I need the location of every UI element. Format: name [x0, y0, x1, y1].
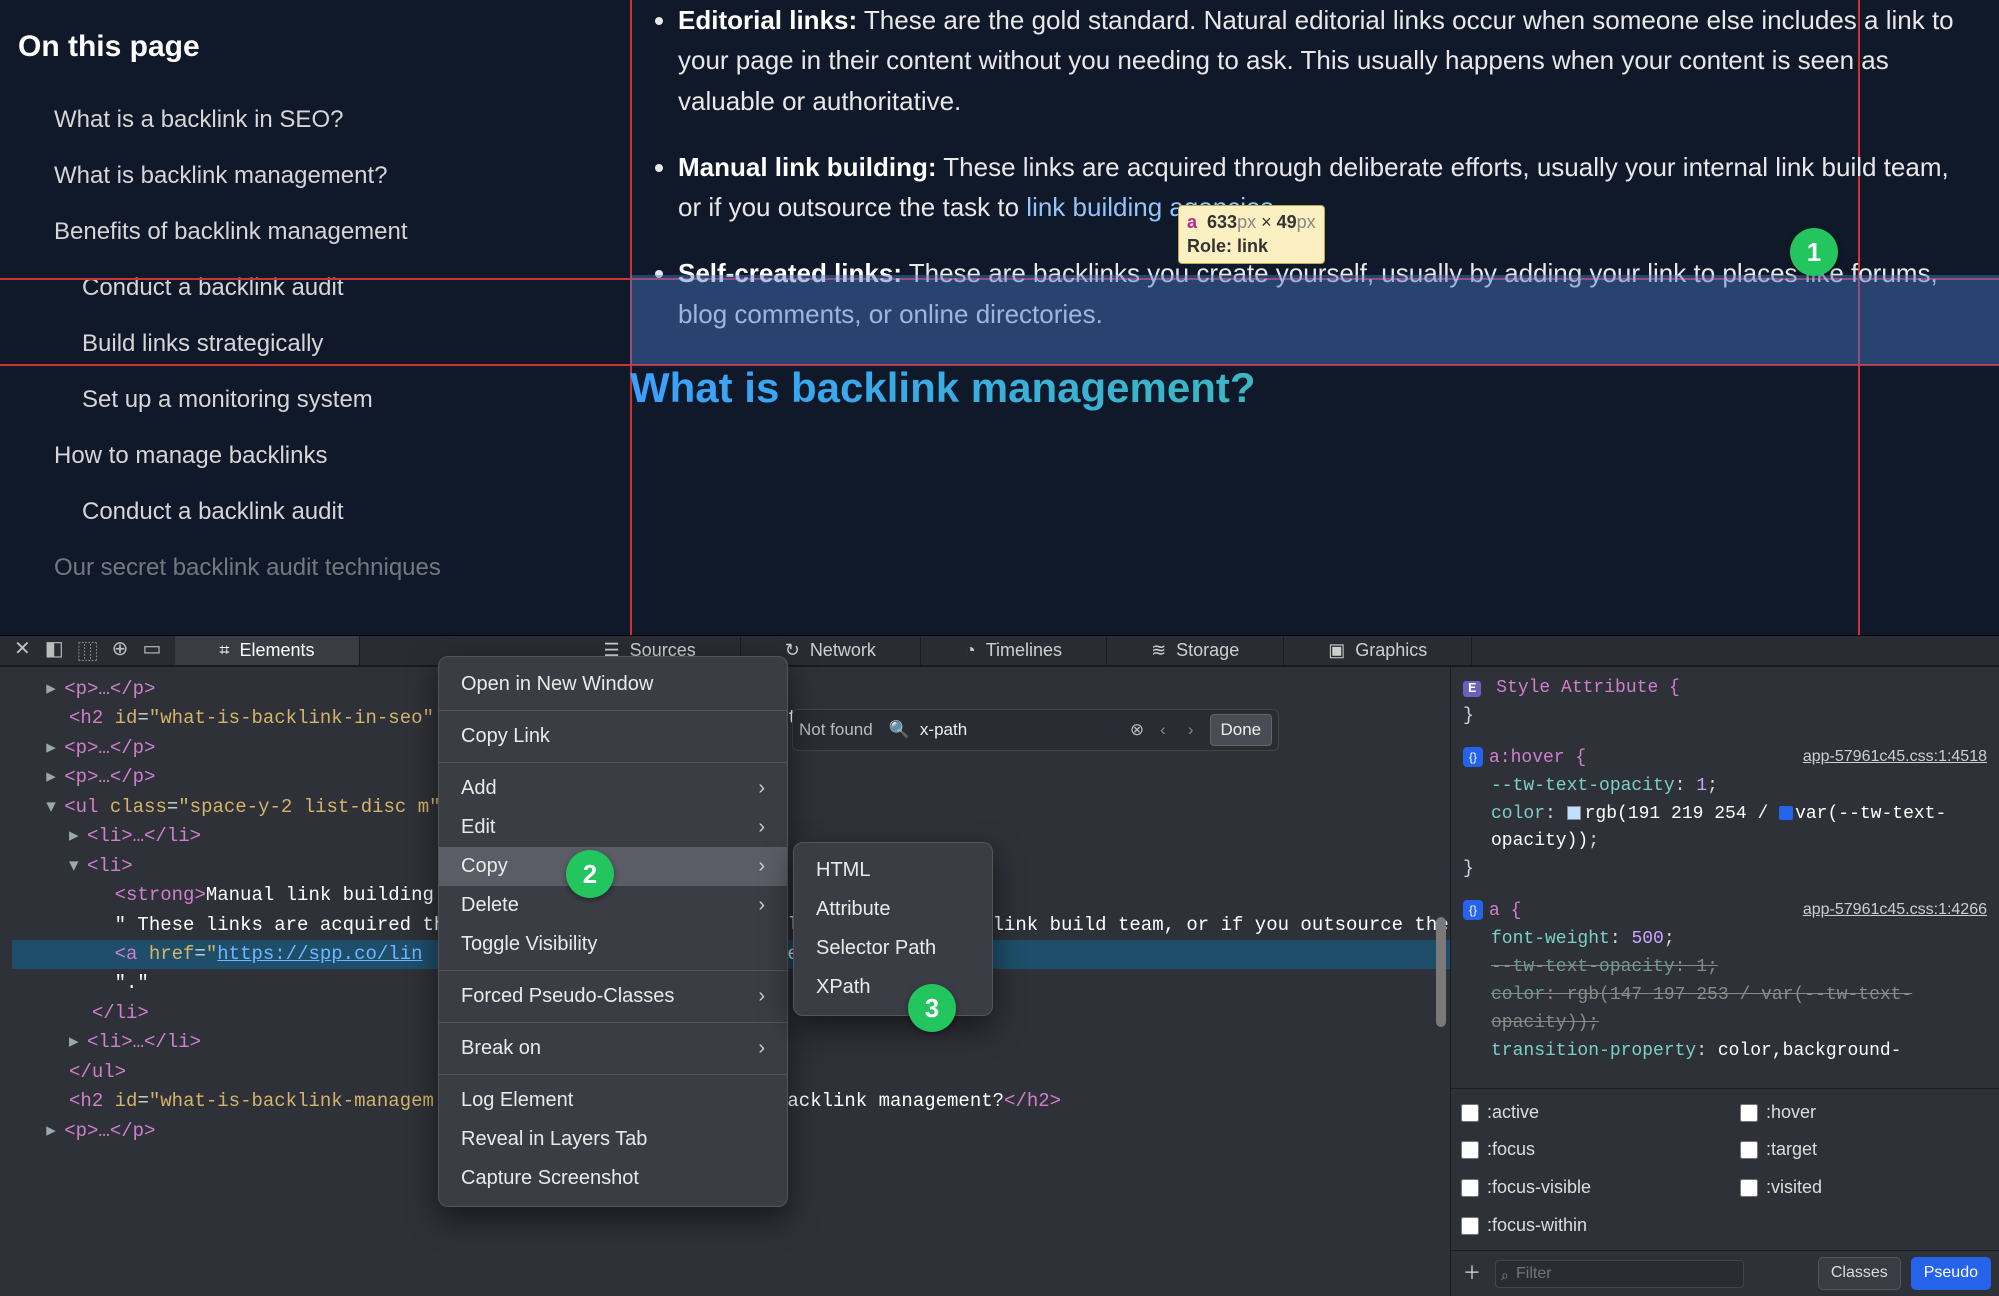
toc-item[interactable]: Set up a monitoring system: [18, 372, 612, 428]
inspector-highlight: [630, 275, 1999, 365]
tab-graphics[interactable]: ▣Graphics: [1284, 636, 1472, 665]
style-rule[interactable]: E Style Attribute { }: [1463, 675, 1987, 731]
search-icon: 🔍: [889, 717, 910, 743]
style-rule[interactable]: {}a:hover {app-57961c45.css:1:4518 --tw-…: [1463, 745, 1987, 884]
find-input[interactable]: [920, 720, 1120, 740]
page-content: On this page What is a backlink in SEO? …: [0, 0, 1999, 635]
ctx-copy-link[interactable]: Copy Link: [439, 717, 787, 756]
annotation-badge-3: 3: [908, 984, 956, 1032]
pseudo-class-toggles: :active :hover :focus :target :focus-vis…: [1451, 1088, 1999, 1251]
tab-timelines[interactable]: ◔Timelines: [921, 636, 1107, 665]
ctx-reveal-layers[interactable]: Reveal in Layers Tab: [439, 1120, 787, 1159]
toc-item[interactable]: What is a backlink in SEO?: [18, 92, 612, 148]
device-icon[interactable]: ▭: [142, 636, 161, 665]
context-submenu-copy: HTML Attribute Selector Path XPath: [793, 842, 993, 1016]
styles-filter-row: ＋ ⌕ Classes Pseudo: [1451, 1250, 1999, 1296]
styles-panel: E Style Attribute { } {}a:hover {app-579…: [1450, 667, 1999, 1296]
ctx-edit[interactable]: Edit›: [439, 808, 787, 847]
toc-list: What is a backlink in SEO? What is backl…: [18, 92, 612, 596]
tab-storage[interactable]: ≋Storage: [1107, 636, 1284, 665]
devtools-body: Not found 🔍 ⊗ ‹ › Done ▸<p>…</p> <h2 id=…: [0, 667, 1999, 1296]
scrollbar-thumb[interactable]: [1436, 917, 1446, 1027]
pseudo-toggle[interactable]: :active: [1461, 1099, 1710, 1127]
pseudo-button[interactable]: Pseudo: [1911, 1257, 1991, 1290]
tooltip-dimensions: 633px × 49px: [1207, 212, 1316, 232]
ctx-capture-screenshot[interactable]: Capture Screenshot: [439, 1159, 787, 1198]
new-rule-button[interactable]: ＋: [1459, 1261, 1485, 1287]
elements-icon: ⌗: [219, 640, 229, 661]
find-prev[interactable]: ‹: [1154, 717, 1172, 743]
ctx-forced-pseudo[interactable]: Forced Pseudo-Classes›: [439, 977, 787, 1016]
chevron-right-icon: ›: [758, 985, 765, 1008]
find-status: Not found: [799, 717, 873, 743]
ctx-copy-attribute[interactable]: Attribute: [794, 890, 992, 929]
list-item-label: Editorial links:: [678, 5, 857, 35]
network-icon: ↻: [785, 640, 800, 661]
graphics-icon: ▣: [1328, 640, 1345, 661]
tooltip-tagname: a: [1187, 212, 1197, 232]
close-panel-icon[interactable]: ✕: [14, 636, 31, 665]
ctx-toggle-visibility[interactable]: Toggle Visibility: [439, 925, 787, 964]
toc-item[interactable]: How to manage backlinks: [18, 428, 612, 484]
annotation-badge-1: 1: [1790, 228, 1838, 276]
dock-bottom-icon[interactable]: ⿲: [78, 636, 98, 665]
styles-filter-input[interactable]: [1495, 1260, 1744, 1288]
ctx-add[interactable]: Add›: [439, 769, 787, 808]
tooltip-role: Role: link: [1187, 234, 1316, 258]
storage-icon: ≋: [1151, 640, 1166, 661]
toc-item[interactable]: Benefits of backlink management: [18, 204, 612, 260]
ctx-copy-xpath[interactable]: XPath: [794, 968, 992, 1007]
filter-icon: ⌕: [1501, 1265, 1509, 1287]
target-icon[interactable]: ⊕: [112, 636, 129, 665]
toc-item[interactable]: Conduct a backlink audit: [18, 484, 612, 540]
toc-item[interactable]: What is backlink management?: [18, 148, 612, 204]
find-done-button[interactable]: Done: [1210, 714, 1273, 746]
ctx-break-on[interactable]: Break on›: [439, 1029, 787, 1068]
chevron-right-icon: ›: [758, 777, 765, 800]
ctx-copy-selector-path[interactable]: Selector Path: [794, 929, 992, 968]
inspector-tooltip: a 633px × 49px Role: link: [1178, 205, 1325, 264]
timelines-icon: ◔: [965, 640, 976, 661]
ctx-delete[interactable]: Delete›: [439, 886, 787, 925]
chevron-right-icon: ›: [758, 1037, 765, 1060]
annotation-badge-2: 2: [566, 850, 614, 898]
pseudo-toggle[interactable]: :target: [1740, 1136, 1989, 1164]
chevron-right-icon: ›: [758, 894, 765, 917]
toc-item[interactable]: Our secret backlink audit techniques: [18, 540, 612, 596]
style-source-link[interactable]: app-57961c45.css:1:4266: [1803, 898, 1987, 926]
list-item-text: These are the gold standard. Natural edi…: [678, 5, 1954, 116]
classes-button[interactable]: Classes: [1818, 1257, 1901, 1290]
style-rule[interactable]: {}a {app-57961c45.css:1:4266 font-weight…: [1463, 898, 1987, 1065]
ctx-open-new-window[interactable]: Open in New Window: [439, 665, 787, 704]
pseudo-toggle[interactable]: :visited: [1740, 1174, 1989, 1202]
dom-find-bar: Not found 🔍 ⊗ ‹ › Done: [792, 709, 1279, 751]
devtools: ✕ ◧ ⿲ ⊕ ▭ ⌗Elements ☰Sources ↻Network ◔T…: [0, 635, 1999, 1253]
table-of-contents: On this page What is a backlink in SEO? …: [0, 0, 630, 635]
chevron-right-icon: ›: [758, 816, 765, 839]
devtools-toolbar-icons: ✕ ◧ ⿲ ⊕ ▭: [0, 636, 175, 665]
color-swatch[interactable]: [1567, 806, 1581, 820]
article-body: Editorial links: These are the gold stan…: [630, 0, 1999, 635]
pseudo-toggle[interactable]: :focus: [1461, 1136, 1710, 1164]
devtools-tabbar: ✕ ◧ ⿲ ⊕ ▭ ⌗Elements ☰Sources ↻Network ◔T…: [0, 635, 1999, 666]
var-icon[interactable]: [1779, 806, 1793, 820]
dock-side-icon[interactable]: ◧: [45, 636, 64, 665]
clear-icon[interactable]: ⊗: [1130, 717, 1144, 743]
ctx-copy-html[interactable]: HTML: [794, 851, 992, 890]
context-menu: Open in New Window Copy Link Add› Edit› …: [438, 656, 788, 1207]
tab-elements[interactable]: ⌗Elements: [175, 636, 359, 665]
article-heading: What is backlink management?: [630, 364, 1969, 412]
pseudo-toggle[interactable]: :focus-within: [1461, 1212, 1710, 1240]
find-next[interactable]: ›: [1182, 717, 1200, 743]
style-source-link[interactable]: app-57961c45.css:1:4518: [1803, 745, 1987, 773]
pseudo-toggle[interactable]: :hover: [1740, 1099, 1989, 1127]
chevron-right-icon: ›: [758, 855, 765, 878]
list-item-label: Manual link building:: [678, 152, 937, 182]
ctx-log-element[interactable]: Log Element: [439, 1081, 787, 1120]
list-item: Editorial links: These are the gold stan…: [678, 0, 1969, 121]
toc-item[interactable]: Conduct a backlink audit: [18, 260, 612, 316]
toc-heading: On this page: [18, 30, 612, 64]
pseudo-toggle[interactable]: :focus-visible: [1461, 1174, 1710, 1202]
